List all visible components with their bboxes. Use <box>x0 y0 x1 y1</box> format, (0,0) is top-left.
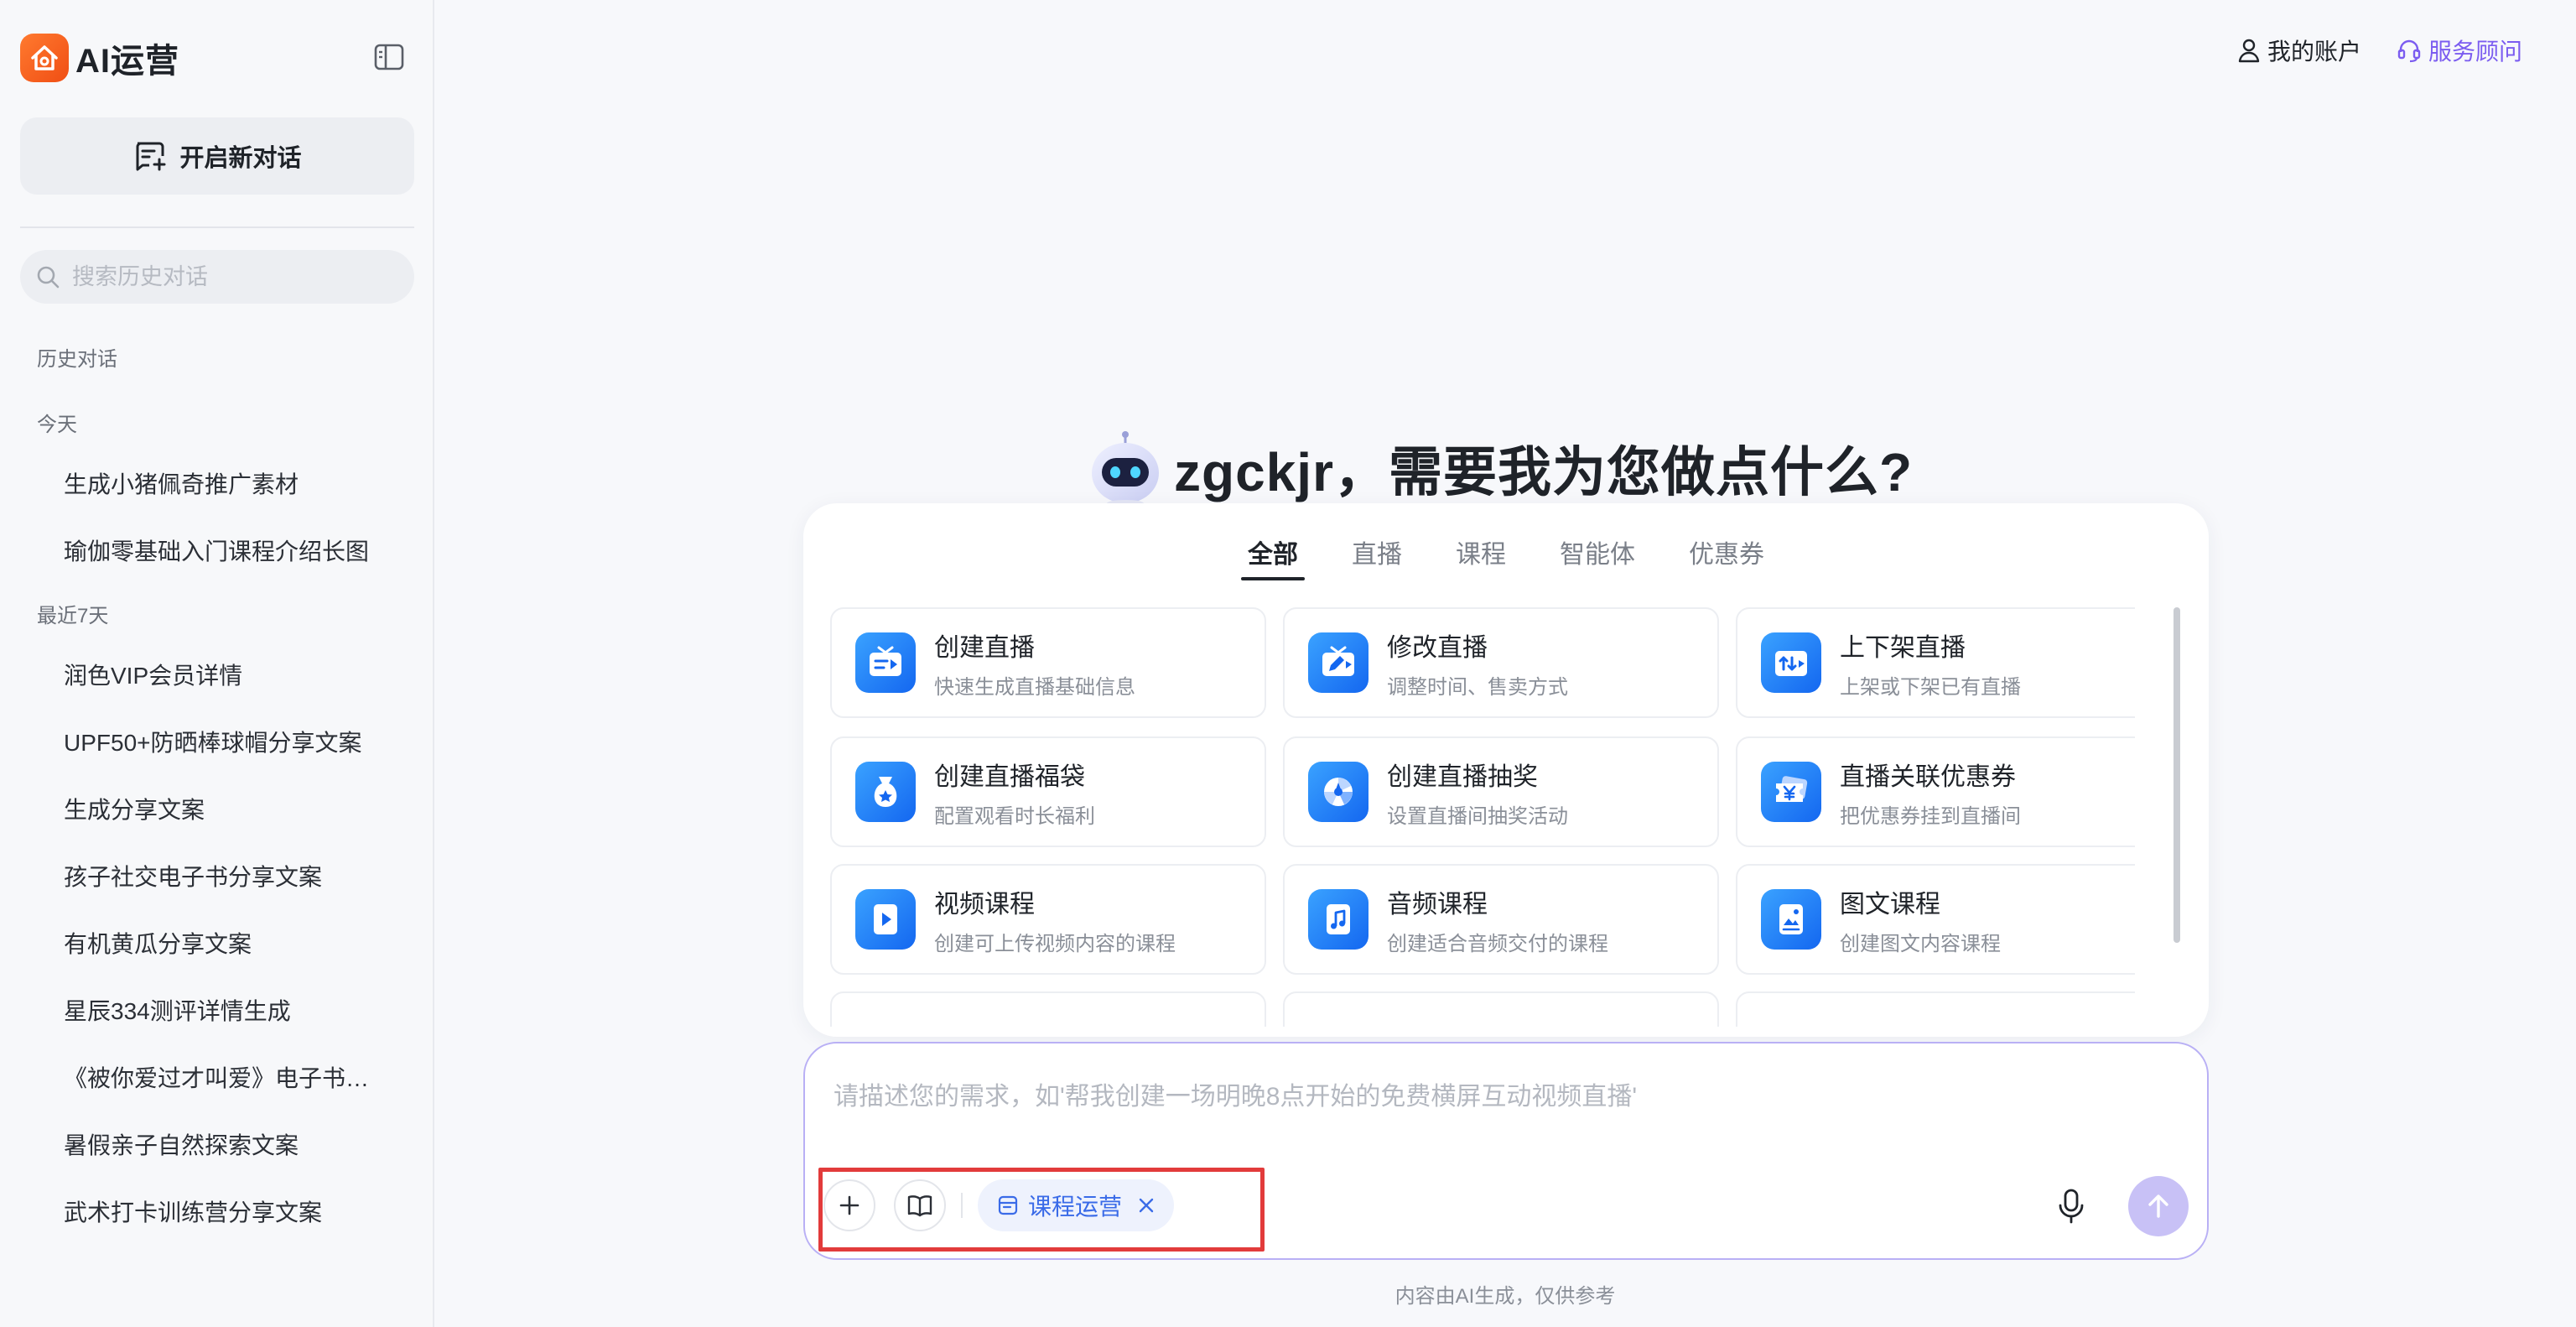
tab-agent[interactable]: 智能体 <box>1560 533 1635 580</box>
app-name: AI运营 <box>75 43 179 80</box>
new-chat-icon <box>136 142 166 171</box>
new-chat-label: 开启新对话 <box>179 145 302 172</box>
card-title: 创建直播抽奖 <box>1387 762 1538 791</box>
ai-disclaimer: 内容由AI生成，仅供参考 <box>434 1279 2576 1309</box>
lucky-bag-icon <box>855 762 916 822</box>
card-title: 直播关联优惠券 <box>1840 762 2016 791</box>
skill-card-audio-course[interactable]: 音频课程创建适合音频交付的课程 <box>1283 864 1719 975</box>
card-desc: 创建图文内容课程 <box>1840 932 2001 955</box>
card-title: 创建直播福袋 <box>934 762 1085 791</box>
skill-card-create-live[interactable]: 创建直播快速生成直播基础信息 <box>830 607 1266 718</box>
card-desc: 调整时间、售卖方式 <box>1387 675 1568 699</box>
live-create-icon <box>855 632 916 693</box>
tab-course[interactable]: 课程 <box>1456 533 1506 580</box>
live-edit-icon <box>1308 632 1368 693</box>
skill-card-live-coupon[interactable]: 直播关联优惠券把优惠券挂到直播间 <box>1736 736 2135 847</box>
service-advisor-label: 服务顾问 <box>2428 39 2523 65</box>
history-item[interactable]: 暑假亲子自然探索文案 <box>64 1127 382 1161</box>
my-account-label: 我的账户 <box>2267 39 2362 65</box>
card-desc: 创建适合音频交付的课程 <box>1387 932 1608 955</box>
skill-grid-scrollbar[interactable] <box>2174 607 2180 943</box>
coupon-icon <box>1761 762 1821 822</box>
history-item[interactable]: UPF50+防晒棒球帽分享文案 <box>64 725 382 758</box>
skill-card-partial[interactable] <box>1283 991 1719 1027</box>
service-advisor-link[interactable]: 服务顾问 <box>2397 34 2522 67</box>
history-search-input[interactable] <box>72 263 391 290</box>
greeting: zgckjr，需要我为您做点什么? <box>1087 424 1913 512</box>
skill-card-video-course[interactable]: 视频课程创建可上传视频内容的课程 <box>830 864 1266 975</box>
history-item[interactable]: 生成分享文案 <box>64 792 382 825</box>
app-logo[interactable]: AI运营 <box>20 34 179 82</box>
article-course-icon <box>1761 889 1821 950</box>
house-logo-icon <box>20 34 69 82</box>
history-item[interactable]: 润色VIP会员详情 <box>64 658 382 691</box>
sidebar: AI运营 开启新对话 历史对话 今天 生成小猪佩奇推广素材 瑜伽零基础入门课程介… <box>0 0 434 1327</box>
search-icon <box>37 266 60 289</box>
tab-live[interactable]: 直播 <box>1352 533 1402 580</box>
microphone-icon[interactable] <box>2054 1188 2088 1225</box>
card-title: 修改直播 <box>1387 633 1488 662</box>
skill-tabs: 全部 直播 课程 智能体 优惠券 <box>803 533 2209 580</box>
history-item[interactable]: 孩子社交电子书分享文案 <box>64 859 382 892</box>
card-desc: 上架或下架已有直播 <box>1840 675 2021 699</box>
skill-card-partial[interactable] <box>830 991 1266 1027</box>
card-title: 创建直播 <box>934 633 1035 662</box>
annotation-highlight-box <box>818 1168 1265 1252</box>
audio-course-icon <box>1308 889 1368 950</box>
skill-card-lucky-bag[interactable]: 创建直播福袋配置观看时长福利 <box>830 736 1266 847</box>
collapse-sidebar-icon[interactable] <box>374 44 404 70</box>
headset-icon <box>2397 39 2421 63</box>
tab-coupon[interactable]: 优惠券 <box>1689 533 1764 580</box>
robot-avatar-icon <box>1092 431 1159 507</box>
history-heading: 历史对话 <box>37 348 117 371</box>
card-title: 视频课程 <box>934 890 1035 918</box>
history-item[interactable]: 瑜伽零基础入门课程介绍长图 <box>64 533 382 567</box>
card-desc: 快速生成直播基础信息 <box>934 675 1135 699</box>
send-button[interactable] <box>2128 1176 2189 1236</box>
skill-card-shelf-live[interactable]: 上下架直播上架或下架已有直播 <box>1736 607 2135 718</box>
skill-card-edit-live[interactable]: 修改直播调整时间、售卖方式 <box>1283 607 1719 718</box>
my-account-link[interactable]: 我的账户 <box>2237 34 2361 67</box>
history-search[interactable] <box>20 250 414 304</box>
lottery-icon <box>1308 762 1368 822</box>
user-icon <box>2238 39 2260 63</box>
history-item[interactable]: 有机黄瓜分享文案 <box>64 926 382 960</box>
skill-card-article-course[interactable]: 图文课程创建图文内容课程 <box>1736 864 2135 975</box>
prompt-input[interactable] <box>834 1075 2175 1126</box>
skill-card-lottery[interactable]: 创建直播抽奖设置直播间抽奖活动 <box>1283 736 1719 847</box>
history-item[interactable]: 生成小猪佩奇推广素材 <box>64 466 382 500</box>
history-item[interactable]: 武术打卡训练营分享文案 <box>64 1194 382 1228</box>
card-title: 图文课程 <box>1840 890 1940 918</box>
skill-grid: 创建直播快速生成直播基础信息 修改直播调整时间、售卖方式 上下架直播上架或下架已… <box>830 607 2135 1027</box>
section-label-today: 今天 <box>37 414 77 436</box>
section-label-last-7-days: 最近7天 <box>37 605 109 627</box>
skills-panel: 全部 直播 课程 智能体 优惠券 创建直播快速生成直播基础信息 修改直播调整时间… <box>803 503 2209 1037</box>
card-desc: 把优惠券挂到直播间 <box>1840 804 2021 828</box>
card-desc: 配置观看时长福利 <box>934 804 1095 828</box>
card-desc: 创建可上传视频内容的课程 <box>934 932 1176 955</box>
card-desc: 设置直播间抽奖活动 <box>1387 804 1568 828</box>
tab-all[interactable]: 全部 <box>1241 533 1305 580</box>
greeting-text: zgckjr，需要我为您做点什么? <box>1174 442 1914 502</box>
live-shelf-icon <box>1761 632 1821 693</box>
card-title: 上下架直播 <box>1840 633 1966 662</box>
history-item[interactable]: 《被你爱过才叫爱》电子书分享文案 <box>64 1060 382 1094</box>
new-chat-button[interactable]: 开启新对话 <box>20 117 414 195</box>
card-title: 音频课程 <box>1387 890 1488 918</box>
sidebar-divider <box>20 226 414 228</box>
arrow-up-icon <box>2148 1194 2168 1218</box>
history-item[interactable]: 星辰334测评详情生成 <box>64 993 382 1027</box>
skill-card-partial[interactable] <box>1736 991 2135 1027</box>
ai-disclaimer-text: 内容由AI生成，仅供参考 <box>1394 1285 1616 1308</box>
video-course-icon <box>855 889 916 950</box>
